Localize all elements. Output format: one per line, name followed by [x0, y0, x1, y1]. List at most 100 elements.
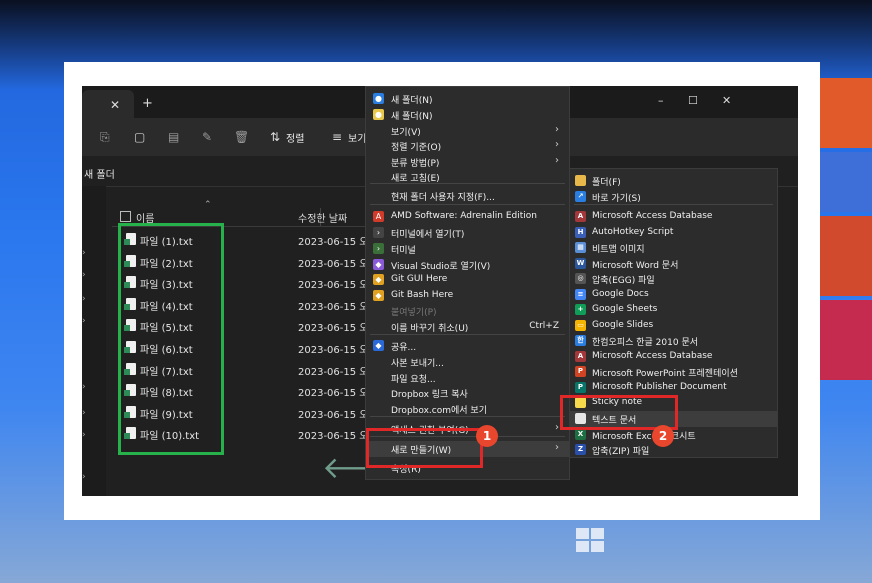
nav-expand-icon[interactable]: ›: [82, 472, 86, 482]
context-menu-item[interactable]: A AMD Software: Adrenalin Edition: [366, 209, 569, 225]
submenu-item[interactable]: + Google Sheets: [570, 302, 777, 318]
submenu-item[interactable]: P Microsoft Publisher Document: [570, 380, 777, 396]
context-menu-label: 새 폴더(N): [391, 96, 433, 106]
submenu-label: 압축(EGG) 파일: [592, 276, 655, 286]
nav-expand-icon[interactable]: ›: [82, 408, 86, 418]
submenu-item[interactable]: ↗ 바로 가기(S): [570, 189, 777, 205]
context-menu-item[interactable]: ● 새 폴더(N): [366, 91, 569, 107]
context-menu-item[interactable]: Dropbox 링크 복사: [366, 385, 569, 401]
select-all-checkbox[interactable]: [120, 211, 131, 222]
context-menu-item[interactable]: › 터미널에서 열기(T): [366, 225, 569, 241]
folder-blue-icon: ●: [373, 93, 384, 104]
submenu-item[interactable]: Z 압축(ZIP) 파일: [570, 442, 777, 458]
step-2-badge: 2: [652, 425, 674, 447]
context-menu-item[interactable]: ◆ 공유...: [366, 338, 569, 354]
context-menu-item[interactable]: 정렬 기준(O) ›: [366, 138, 569, 154]
context-menu-item[interactable]: 새로 고침(E): [366, 169, 569, 185]
submenu-label: Microsoft Access Database: [592, 211, 713, 221]
submenu-item[interactable]: P Microsoft PowerPoint 프레젠테이션: [570, 364, 777, 380]
submenu-label: Microsoft Publisher Document: [592, 382, 727, 392]
submenu-label: Microsoft Word 문서: [592, 261, 679, 271]
submenu-label: Google Sheets: [592, 304, 658, 314]
zip-icon: Z: [575, 444, 586, 455]
submenu-item[interactable]: ◎ 압축(EGG) 파일: [570, 271, 777, 287]
context-menu-item[interactable]: 파일 요청...: [366, 370, 569, 386]
access-icon: A: [575, 351, 586, 362]
submenu-item[interactable]: W Microsoft Word 문서: [570, 256, 777, 272]
context-menu-item[interactable]: ◆ Git GUI Here: [366, 272, 569, 288]
submenu-label: Microsoft PowerPoint 프레젠테이션: [592, 369, 738, 379]
context-menu-item[interactable]: 현재 폴더 사용자 지정(F)...: [366, 188, 569, 204]
nav-expand-icon[interactable]: ›: [82, 270, 86, 280]
context-menu-label: AMD Software: Adrenalin Edition: [391, 211, 537, 221]
view-button[interactable]: 보기: [348, 130, 366, 145]
egg-icon: ◎: [575, 273, 586, 284]
nav-expand-icon[interactable]: ›: [82, 316, 86, 326]
new-tab-icon[interactable]: +: [142, 96, 153, 111]
tab-close-icon[interactable]: ✕: [110, 98, 120, 112]
submenu-item[interactable]: ≡ Google Docs: [570, 287, 777, 303]
context-menu: ● 새 폴더(N) ● 새 폴더(N) 보기(V) › 정렬 기준(O) › 분류 방법(P) ›…: [365, 86, 570, 480]
submenu-item[interactable]: 한 한컴오피스 한글 2010 문서: [570, 333, 777, 349]
shortcut-text: Ctrl+Z: [529, 321, 559, 331]
close-button[interactable]: ✕: [722, 94, 731, 107]
access-icon: A: [575, 211, 586, 222]
chevron-right-icon: ›: [555, 442, 559, 453]
submenu-item[interactable]: A Microsoft Access Database: [570, 209, 777, 225]
minimize-button[interactable]: –: [658, 94, 664, 107]
bitmap-icon: ▦: [575, 242, 586, 253]
nav-expand-icon[interactable]: ›: [82, 382, 86, 392]
view-icon: ≡: [332, 130, 343, 144]
context-menu-item[interactable]: ◆ Visual Studio로 열기(V): [366, 257, 569, 273]
submenu-item[interactable]: 폴더(F): [570, 173, 777, 189]
paste-icon[interactable]: ▤: [168, 130, 179, 144]
submenu-label: AutoHotkey Script: [592, 227, 674, 237]
sort-ascending-icon: ⌃: [204, 200, 212, 210]
maximize-button[interactable]: ☐: [688, 94, 698, 107]
context-menu-label: Visual Studio로 열기(V): [391, 262, 491, 272]
context-menu-item[interactable]: › 터미널: [366, 241, 569, 257]
context-menu-item[interactable]: Dropbox.com에서 보기: [366, 401, 569, 417]
context-menu-item[interactable]: 이름 바꾸기 취소(U) Ctrl+Z: [366, 319, 569, 335]
context-menu-label: Dropbox 링크 복사: [391, 390, 468, 400]
context-menu-label: 현재 폴더 사용자 지정(F)...: [391, 193, 495, 203]
context-menu-item[interactable]: ◆ Git Bash Here: [366, 288, 569, 304]
submenu-item[interactable]: A Microsoft Access Database: [570, 349, 777, 365]
context-menu-item[interactable]: 분류 방법(P) ›: [366, 154, 569, 170]
bulb-icon: ●: [373, 109, 384, 120]
submenu-item[interactable]: H AutoHotkey Script: [570, 225, 777, 241]
delete-icon[interactable]: 🗑: [234, 130, 249, 144]
nav-expand-icon[interactable]: ›: [82, 294, 86, 304]
headphones-tile: [818, 78, 872, 148]
google-docs-icon: ≡: [575, 289, 586, 300]
step-1-badge: 1: [476, 425, 498, 447]
submenu-label: Microsoft Access Database: [592, 351, 713, 361]
submenu-label: 폴더(F): [592, 178, 621, 188]
submenu-item[interactable]: ▭ Google Slides: [570, 318, 777, 334]
new-item-highlight-box: [366, 428, 483, 468]
context-menu-item[interactable]: 보기(V) ›: [366, 123, 569, 139]
terminal-app-icon: ›: [373, 243, 384, 254]
submenu-label: Microsoft Excel 워크시트: [592, 432, 696, 442]
rename-icon[interactable]: ✎: [202, 130, 212, 144]
cut-icon[interactable]: ⎘: [100, 130, 110, 145]
context-menu-label: 공유...: [391, 343, 417, 353]
context-menu-label: 분류 방법(P): [391, 159, 440, 169]
context-menu-label: Git GUI Here: [391, 274, 448, 284]
copy-icon[interactable]: ▢: [134, 130, 145, 144]
context-menu-item[interactable]: ● 새 폴더(N): [366, 107, 569, 123]
submenu-item[interactable]: ▦ 비트맵 이미지: [570, 240, 777, 256]
nav-expand-icon[interactable]: ›: [82, 248, 86, 258]
music-tile: [818, 216, 872, 296]
date-column-header[interactable]: 수정한 날짜: [298, 210, 347, 225]
sort-button[interactable]: 정렬: [286, 130, 304, 145]
context-menu-label: 붙여넣기(P): [391, 308, 437, 318]
google-sheets-icon: +: [575, 304, 586, 315]
nav-expand-icon[interactable]: ›: [82, 430, 86, 440]
context-menu-item[interactable]: 사본 보내기...: [366, 354, 569, 370]
submenu-label: 압축(ZIP) 파일: [592, 447, 650, 457]
explorer-tab[interactable]: ✕: [82, 90, 134, 118]
amd-icon: A: [373, 211, 384, 222]
context-menu-label: 터미널: [391, 246, 416, 256]
git-icon: ◆: [373, 290, 384, 301]
